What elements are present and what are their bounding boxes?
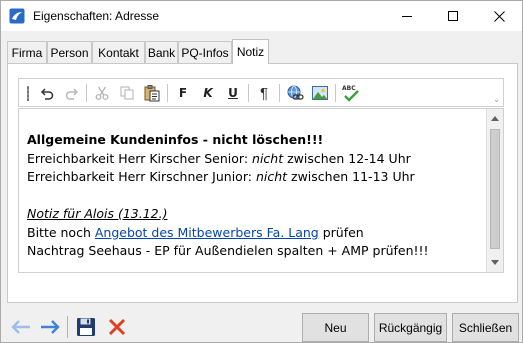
text-run: Erreichbarkeit Herr Kirschner Junior: <box>27 169 256 184</box>
close-window-button[interactable] <box>476 1 522 31</box>
minimize-icon <box>402 16 412 17</box>
copy-icon <box>120 86 134 100</box>
vertical-scrollbar[interactable] <box>486 109 503 272</box>
underline-button[interactable]: U <box>222 83 244 103</box>
editor-line: Allgemeine Kundeninfos - nicht löschen!!… <box>27 131 482 150</box>
bold-label: F <box>178 86 188 100</box>
tab-notiz[interactable]: Notiz <box>232 39 269 64</box>
close-icon <box>493 10 505 22</box>
app-logo-icon <box>9 8 25 24</box>
redo-icon <box>65 88 79 100</box>
copy-button[interactable] <box>116 83 138 103</box>
editor-line: Bitte noch Angebot des Mitbewerbers Fa. … <box>27 224 482 243</box>
tab-firma[interactable]: Firma <box>7 41 47 63</box>
editor-line: Erreichbarkeit Herr Kirscher Senior: nic… <box>27 150 482 169</box>
window-title: Eigenschaften: Adresse <box>33 9 160 23</box>
maximize-icon <box>448 11 458 21</box>
editor-toolbar: F K U ¶ ABC ⌄ <box>18 78 504 107</box>
editor-content[interactable]: Allgemeine Kundeninfos - nicht löschen!!… <box>27 131 482 261</box>
editor-line: Erreichbarkeit Herr Kirschner Junior: ni… <box>27 168 482 187</box>
floppy-disk-icon <box>77 318 95 336</box>
spellcheck-label: ABC <box>342 85 356 92</box>
empty-line <box>27 187 482 206</box>
text-run: prüfen <box>318 224 364 240</box>
cut-button[interactable] <box>91 83 113 103</box>
scroll-down-button[interactable] <box>487 254 503 271</box>
minimize-button[interactable] <box>384 1 430 31</box>
pilcrow-icon: ¶ <box>259 84 269 102</box>
undo-changes-button[interactable]: Rückgängig <box>374 313 447 342</box>
tab-kontakt[interactable]: Kontakt <box>92 41 145 63</box>
note-subheading: Notiz für Alois (13.12.) <box>27 206 168 221</box>
footer-separator <box>67 316 68 338</box>
scroll-thumb[interactable] <box>490 129 500 249</box>
undo-button[interactable] <box>36 83 58 103</box>
clipboard-icon <box>144 85 160 102</box>
note-heading: Allgemeine Kundeninfos - nicht löschen!!… <box>27 132 324 147</box>
save-button[interactable] <box>74 315 98 339</box>
toolbar-overflow-icon[interactable]: ⌄ <box>493 95 500 104</box>
bold-button[interactable]: F <box>172 83 194 103</box>
delete-button[interactable] <box>105 315 129 339</box>
undo-icon <box>40 88 54 100</box>
text-run: zwischen 11-13 Uhr <box>287 169 415 184</box>
close-button[interactable]: Schließen <box>452 313 519 342</box>
insert-image-button[interactable] <box>309 83 331 103</box>
scroll-up-button[interactable] <box>487 109 503 126</box>
italic-button[interactable]: K <box>197 83 219 103</box>
scroll-down-icon <box>491 259 499 265</box>
editor-line: Nachtrag Seehaus - EP für Außendielen sp… <box>27 242 482 261</box>
spellcheck-button[interactable]: ABC <box>340 83 362 103</box>
delete-x-icon <box>108 318 126 336</box>
scissors-icon <box>95 86 109 100</box>
arrow-right-icon <box>41 320 60 334</box>
notes-editor[interactable]: Allgemeine Kundeninfos - nicht löschen!!… <box>18 108 504 273</box>
new-button[interactable]: Neu <box>302 313 369 342</box>
toolbar-separator <box>167 84 168 102</box>
title-bar[interactable]: Eigenschaften: Adresse <box>1 1 522 31</box>
offer-link[interactable]: Angebot des Mitbewerbers Fa. Lang <box>95 225 319 240</box>
editor-line: Notiz für Alois (13.12.) <box>27 205 482 224</box>
tab-pq-infos[interactable]: PQ-Infos <box>178 41 232 63</box>
toolbar-grip[interactable] <box>27 86 29 101</box>
paragraph-button[interactable]: ¶ <box>253 83 275 103</box>
italic-label: K <box>203 86 213 100</box>
properties-window: Eigenschaften: Adresse Firma Person Kont… <box>0 0 523 343</box>
text-run: Nachtrag Seehaus - EP für Außendielen sp… <box>27 243 429 258</box>
toolbar-separator <box>279 84 280 102</box>
text-run-italic: nicht <box>252 150 284 166</box>
globe-link-icon <box>287 85 304 100</box>
redo-button[interactable] <box>61 83 83 103</box>
arrow-left-icon <box>11 320 30 334</box>
text-run-italic: nicht <box>255 169 288 184</box>
scroll-up-icon <box>491 115 499 121</box>
underline-label: U <box>228 86 238 100</box>
text-run: Erreichbarkeit Herr Kirscher Senior: <box>27 150 253 166</box>
text-run: Bitte noch <box>27 224 95 240</box>
toolbar-separator <box>335 84 336 102</box>
next-record-button[interactable] <box>38 315 62 339</box>
toolbar-separator <box>248 84 249 102</box>
toolbar-separator <box>86 84 87 102</box>
text-run: zwischen 12-14 Uhr <box>283 150 411 166</box>
spellcheck-icon: ABC <box>342 85 359 102</box>
maximize-button[interactable] <box>430 1 476 31</box>
previous-record-button[interactable] <box>9 315 33 339</box>
insert-link-button[interactable] <box>284 83 306 103</box>
tab-bank[interactable]: Bank <box>145 41 178 63</box>
tab-person[interactable]: Person <box>47 41 92 63</box>
paste-button[interactable] <box>141 83 163 103</box>
image-icon <box>312 86 328 100</box>
